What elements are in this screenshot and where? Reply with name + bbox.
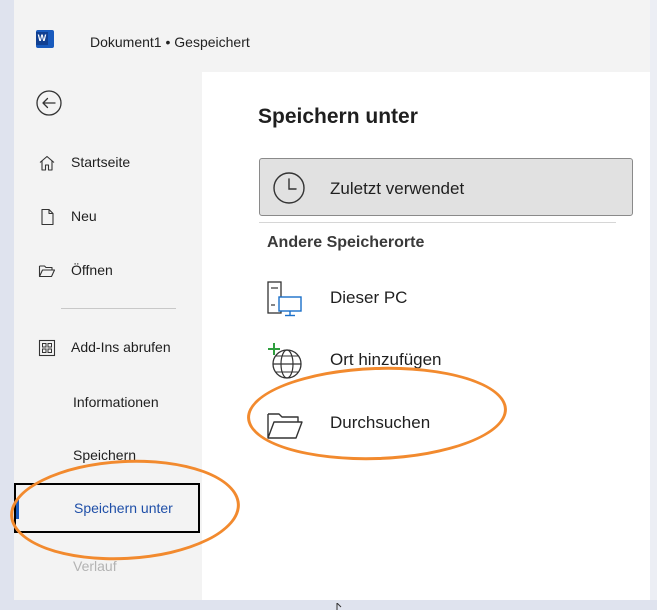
nav-label-verlauf: Verlauf — [73, 558, 117, 574]
nav-label-speichern: Speichern — [73, 447, 137, 463]
window-frame-right — [650, 0, 657, 610]
backstage-nav: Startseite Neu Öffnen Add-Ins abrufen In… — [14, 72, 202, 600]
clock-icon — [273, 172, 305, 204]
nav-item-startseite[interactable]: Startseite — [14, 145, 202, 181]
location-label-ort-hinzufuegen: Ort hinzufügen — [330, 350, 442, 369]
location-label-durchsuchen: Durchsuchen — [330, 413, 431, 432]
this-pc-icon — [267, 281, 302, 317]
nav-separator — [61, 308, 176, 309]
nav-item-oeffnen[interactable]: Öffnen — [14, 253, 202, 289]
back-button[interactable] — [35, 89, 63, 117]
nav-label-informationen: Informationen — [73, 394, 159, 410]
window-frame-left — [0, 0, 14, 610]
nav-item-verlauf[interactable]: Verlauf — [14, 550, 202, 580]
recent-locations-button[interactable]: Zuletzt verwendet — [259, 158, 633, 216]
nav-item-informationen[interactable]: Informationen — [14, 385, 202, 421]
selection-accent-bar — [16, 499, 19, 519]
nav-item-speichern-unter[interactable]: Speichern unter — [14, 483, 200, 533]
nav-item-speichern[interactable]: Speichern — [14, 438, 202, 474]
word-logo-letter: W — [36, 32, 48, 45]
browse-folder-icon — [267, 413, 303, 439]
document-title: Dokument1 • Gespeichert — [90, 34, 250, 50]
word-logo-icon: W — [36, 30, 54, 48]
back-arrow-circle-icon — [36, 90, 62, 116]
nav-label-neu: Neu — [71, 208, 97, 224]
nav-label-speichern-unter: Speichern unter — [74, 500, 173, 516]
page-title: Speichern unter — [258, 105, 418, 128]
title-bar: W Dokument1 • Gespeichert — [14, 0, 650, 72]
nav-item-add-ins[interactable]: Add-Ins abrufen — [14, 330, 202, 366]
location-ort-hinzufuegen[interactable]: Ort hinzufügen — [259, 335, 629, 387]
nav-label-oeffnen: Öffnen — [71, 262, 113, 278]
save-as-panel: Speichern unter Zuletzt verwendet Andere… — [202, 72, 650, 600]
location-dieser-pc[interactable]: Dieser PC — [259, 273, 629, 325]
location-durchsuchen[interactable]: Durchsuchen — [259, 398, 629, 450]
home-icon — [39, 155, 55, 171]
recent-label: Zuletzt verwendet — [330, 179, 465, 198]
cursor-icon — [336, 603, 342, 610]
location-label-dieser-pc: Dieser PC — [330, 288, 408, 307]
nav-item-neu[interactable]: Neu — [14, 199, 202, 235]
add-place-globe-icon — [268, 343, 302, 379]
nav-label-add-ins: Add-Ins abrufen — [71, 339, 171, 355]
new-document-icon — [41, 208, 54, 226]
add-ins-grid-icon — [38, 339, 56, 357]
section-divider — [259, 222, 616, 223]
nav-label-startseite: Startseite — [71, 154, 131, 170]
other-locations-heading: Andere Speicherorte — [267, 234, 425, 251]
window-frame-bottom — [0, 600, 657, 610]
folder-open-icon — [38, 265, 56, 278]
